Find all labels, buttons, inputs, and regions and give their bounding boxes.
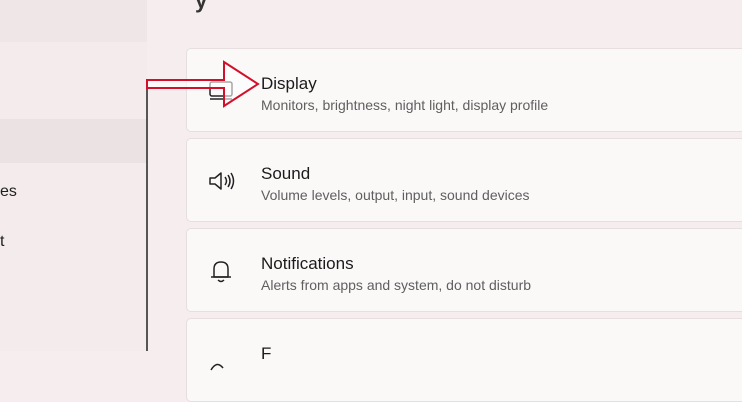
setting-notifications[interactable]: Notifications Alerts from apps and syste… [186, 228, 742, 312]
sidebar: es t [0, 0, 147, 351]
speaker-icon [209, 172, 235, 190]
sidebar-item-1[interactable]: es [0, 183, 17, 201]
sidebar-item-2[interactable]: t [0, 233, 4, 251]
monitor-icon [209, 81, 233, 100]
setting-display-subtitle: Monitors, brightness, night light, displ… [261, 97, 549, 113]
setting-focus-title: F [261, 344, 272, 363]
setting-notifications-subtitle: Alerts from apps and system, do not dist… [261, 277, 532, 293]
setting-display[interactable]: Display Monitors, brightness, night ligh… [186, 48, 742, 132]
bell-icon [211, 261, 231, 283]
setting-notifications-title: Notifications [261, 254, 354, 273]
setting-focus[interactable]: F [186, 318, 742, 402]
sidebar-item-selected[interactable] [0, 119, 147, 163]
setting-display-title: Display [261, 74, 317, 93]
sidebar-header-block [0, 0, 147, 42]
focus-icon [210, 363, 224, 371]
page-title: y [195, 0, 208, 13]
setting-sound-title: Sound [261, 164, 311, 183]
setting-sound-subtitle: Volume levels, output, input, sound devi… [261, 187, 530, 203]
setting-sound[interactable]: Sound Volume levels, output, input, soun… [186, 138, 742, 222]
